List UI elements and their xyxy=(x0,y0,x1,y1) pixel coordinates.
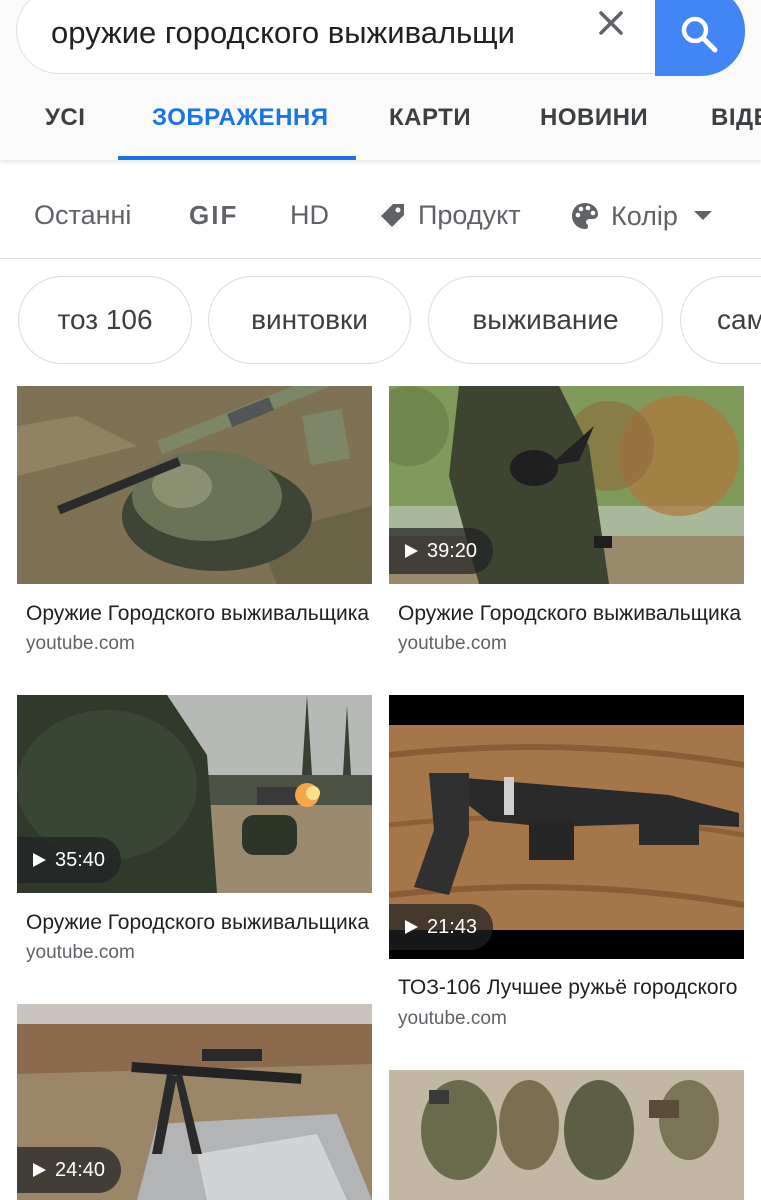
play-icon xyxy=(405,544,418,558)
tab-maps[interactable]: КАРТИ xyxy=(389,104,471,132)
filter-product-label: Продукт xyxy=(418,200,521,230)
play-icon xyxy=(405,920,418,934)
result-source: youtube.com xyxy=(26,633,135,654)
result-title[interactable]: Оружие Городского выживальщика xyxy=(26,911,371,935)
image-result[interactable] xyxy=(389,1070,744,1200)
image-result[interactable]: 39:20 Оружие Городского выживальщика you… xyxy=(389,386,744,666)
image-result[interactable]: 35:40 Оружие Городского выживальщика you… xyxy=(17,695,372,975)
close-icon[interactable] xyxy=(595,7,627,39)
filter-hd[interactable]: HD xyxy=(290,200,329,231)
filter-gif-label: GIF xyxy=(189,200,239,230)
image-filters: Останні GIF HD Продукт Колір xyxy=(0,170,761,259)
result-source: youtube.com xyxy=(398,1008,507,1029)
image-result[interactable]: Оружие Городского выживальщика youtube.c… xyxy=(17,386,372,666)
related-searches: тоз 106 винтовки выживание сам xyxy=(0,276,761,366)
image-result[interactable]: 21:43 ТОЗ-106 Лучшее ружьё городского yo… xyxy=(389,695,744,1040)
tab-news[interactable]: НОВИНИ xyxy=(540,104,648,132)
video-duration-badge: 21:43 xyxy=(389,904,494,950)
tab-videos[interactable]: ВІДЕО xyxy=(711,104,761,132)
result-title[interactable]: Оружие Городского выживальщика xyxy=(26,602,371,626)
palette-icon xyxy=(572,203,598,229)
tab-all[interactable]: УСІ xyxy=(45,104,85,132)
filter-product[interactable]: Продукт xyxy=(378,200,521,231)
dropdown-arrow-icon xyxy=(693,211,712,220)
filter-color-label: Колір xyxy=(611,200,678,231)
chip[interactable]: выживание xyxy=(428,276,663,364)
result-thumbnail[interactable] xyxy=(389,1070,744,1200)
search-input[interactable]: оружие городского выживальщи xyxy=(51,15,591,51)
play-icon xyxy=(33,853,46,867)
search-box[interactable]: оружие городского выживальщи xyxy=(16,0,716,74)
video-duration-badge: 35:40 xyxy=(17,837,122,883)
chip[interactable]: сам xyxy=(680,276,761,364)
result-title[interactable]: ТОЗ-106 Лучшее ружьё городского xyxy=(398,976,743,1000)
search-button[interactable] xyxy=(655,0,745,76)
result-title[interactable]: Оружие Городского выживальщика xyxy=(398,602,743,626)
search-tabs: УСІ ЗОБРАЖЕННЯ КАРТИ НОВИНИ ВІДЕО xyxy=(0,92,761,160)
chip[interactable]: тоз 106 xyxy=(18,276,192,364)
duration-label: 39:20 xyxy=(427,539,478,562)
image-result[interactable]: 24:40 xyxy=(17,1004,372,1200)
play-icon xyxy=(33,1163,46,1177)
duration-label: 21:43 xyxy=(427,915,478,938)
search-header: оружие городского выживальщи УСІ ЗОБРАЖЕ… xyxy=(0,0,761,160)
result-thumbnail[interactable] xyxy=(17,386,372,584)
tab-images[interactable]: ЗОБРАЖЕННЯ xyxy=(152,104,328,132)
result-source: youtube.com xyxy=(26,942,135,963)
filter-hd-label: HD xyxy=(290,200,329,230)
active-tab-indicator xyxy=(118,156,356,160)
search-icon xyxy=(681,16,718,53)
result-source: youtube.com xyxy=(398,633,507,654)
filter-recent[interactable]: Останні xyxy=(34,200,131,231)
filter-gif[interactable]: GIF xyxy=(189,200,238,231)
video-duration-badge: 24:40 xyxy=(17,1147,122,1193)
video-duration-badge: 39:20 xyxy=(389,528,494,574)
duration-label: 35:40 xyxy=(55,848,106,871)
duration-label: 24:40 xyxy=(55,1158,106,1181)
filter-recent-label: Останні xyxy=(34,200,132,230)
tag-icon xyxy=(381,203,404,227)
chip[interactable]: винтовки xyxy=(208,276,411,364)
filter-color[interactable]: Колір xyxy=(569,200,724,232)
